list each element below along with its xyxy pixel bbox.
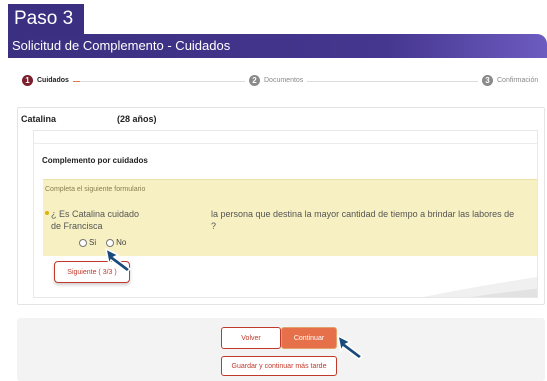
radio-label: Si [89,238,97,247]
progress-stepper: 1 Cuidados 2 Documentos 3 Confirmación [0,70,547,90]
person-name: Catalina [21,114,57,124]
continue-button[interactable]: Continuar [281,327,337,349]
step-number: 3 [482,75,493,86]
question-text: ¿ Es Catalina cuidado de Francisca [51,209,140,231]
step-label: Confirmación [497,77,539,84]
radio-group: Si No [79,238,126,247]
footer-actions: Volver Continuar Guardar y continuar más… [17,318,545,381]
step-number: 1 [22,75,33,86]
step-tab: Paso 3 [8,4,84,34]
person-card: Catalina (28 años) Complemento por cuida… [17,107,545,305]
radio-icon[interactable] [79,238,87,247]
section-title: Complemento por cuidados [42,156,148,165]
form-box: Completa el siguiente formulario ¿ Es Ca… [43,179,537,256]
person-age: (28 años) [117,114,157,124]
radio-option-si[interactable]: Si [79,238,96,247]
progress-step-confirmacion: 3 Confirmación [478,75,543,86]
back-button[interactable]: Volver [221,327,281,349]
required-bullet-icon [45,211,49,215]
radio-icon[interactable] [106,238,115,247]
form-hint: Completa el siguiente formulario [45,186,146,193]
cursor-pointer-icon [336,334,364,360]
divider [34,143,537,144]
step-number: 2 [249,75,260,86]
radio-option-no[interactable]: No [106,238,126,247]
page-title: Solicitud de Complemento - Cuidados [8,34,547,58]
save-later-button[interactable]: Guardar y continuar más tarde [221,356,337,376]
radio-label: No [116,238,127,247]
step-label: Documentos [264,77,304,84]
cursor-pointer-icon [104,247,132,273]
step-label: Cuidados [37,77,69,84]
progress-step-documentos: 2 Documentos [245,75,308,86]
decorative-wave [423,277,537,297]
progress-step-cuidados: 1 Cuidados [18,75,73,86]
question-text-cont: la persona que destina la mayor cantidad… [211,209,515,231]
